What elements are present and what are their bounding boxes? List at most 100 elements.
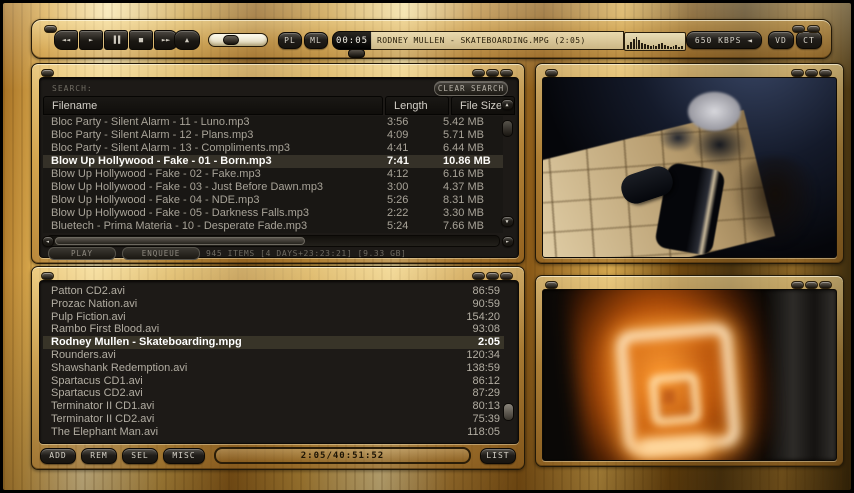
playlist-row[interactable]: Spartacus CD1.avi 86:12 [43, 375, 504, 388]
minimize-button[interactable] [805, 281, 818, 289]
eject-button[interactable]: ▲ [174, 30, 200, 50]
playlist-row-list: Patton CD2.avi 86:59 Prozac Nation.avi 9… [43, 285, 504, 439]
clear-search-button[interactable]: CLEAR SEARCH [434, 81, 508, 96]
playlist-row[interactable]: Prozac Nation.avi 90:59 [43, 298, 504, 311]
stop-button[interactable]: ■ [129, 30, 153, 50]
visualization-toggle-button[interactable]: CT [796, 31, 822, 49]
minimize-button[interactable] [805, 69, 818, 77]
library-panel: SEARCH: CLEAR SEARCH Filename Length Fil… [39, 77, 519, 260]
shade-button[interactable] [791, 281, 804, 289]
row-filename: Blow Up Hollywood - Fake - 04 - NDE.mp3 [51, 194, 260, 206]
library-row[interactable]: Bloc Party - Silent Alarm - 13 - Complim… [43, 142, 503, 155]
gold-wallpaper: ◄◄ ► ▐▐ ■ ►► ▲ PL ML 00:05 RODNEY MULLEN… [3, 3, 851, 490]
row-time: 86:12 [472, 374, 500, 387]
media-library-toggle-button[interactable]: ML [304, 32, 328, 49]
shade-button[interactable] [472, 272, 485, 280]
library-row[interactable]: Bloc Party - Silent Alarm - 11 - Luno.mp… [43, 116, 503, 129]
row-filesize: 4.37 MB [443, 181, 484, 193]
scroll-left-button[interactable]: ◄ [42, 236, 54, 247]
row-length: 4:09 [387, 129, 409, 141]
video-window-toggle-button[interactable]: VD [768, 31, 794, 49]
row-length: 5:26 [387, 194, 409, 206]
library-row[interactable]: Blow Up Hollywood - Fake - 02 - Fake.mp3… [43, 168, 503, 181]
video-display[interactable] [542, 77, 837, 258]
elapsed-time-display[interactable]: 00:05 [332, 31, 372, 50]
pause-button[interactable]: ▐▐ [104, 30, 128, 50]
close-button[interactable] [819, 281, 832, 289]
playlist-row[interactable]: Patton CD2.avi 86:59 [43, 285, 504, 298]
volume-slider[interactable] [208, 33, 268, 47]
playlist-row[interactable]: Terminator II CD2.avi 75:39 [43, 413, 504, 426]
minimize-button[interactable] [486, 272, 499, 280]
analyzer-bar [669, 47, 672, 49]
minimize-button[interactable] [486, 69, 499, 77]
window-menu-button[interactable] [41, 69, 54, 77]
horizontal-scrollbar-thumb[interactable] [55, 237, 305, 245]
column-header-filename[interactable]: Filename [43, 96, 383, 115]
play-selected-button[interactable]: PLAY [48, 246, 116, 260]
close-button[interactable] [500, 272, 513, 280]
library-row[interactable]: Blow Up Hollywood - Fake - 04 - NDE.mp3 … [43, 194, 503, 207]
enqueue-button[interactable]: ENQUEUE [122, 246, 200, 260]
add-button[interactable]: ADD [40, 447, 76, 464]
skater-shadow [732, 157, 818, 249]
playlist-row[interactable]: Spartacus CD2.avi 87:29 [43, 387, 504, 400]
close-button[interactable] [500, 69, 513, 77]
playlist-row[interactable]: Pulp Fiction.avi 154:20 [43, 311, 504, 324]
playlist-row[interactable]: Rounders.avi 120:34 [43, 349, 504, 362]
library-row[interactable]: Bloc Party - Silent Alarm - 12 - Plans.m… [43, 129, 503, 142]
analyzer-bar [675, 45, 678, 49]
row-name: Rounders.avi [51, 348, 116, 361]
scroll-down-button[interactable]: ▼ [501, 216, 514, 227]
library-row[interactable]: Blow Up Hollywood - Fake - 03 - Just Bef… [43, 181, 503, 194]
playlist-row[interactable]: Rodney Mullen - Skateboarding.mpg 2:05 [43, 336, 504, 349]
vertical-scrollbar-thumb[interactable] [502, 120, 513, 137]
seek-slider-knob[interactable] [348, 49, 365, 58]
previous-icon: ◄◄ [61, 36, 71, 44]
playlist-scrollbar-thumb[interactable] [503, 403, 514, 421]
analyzer-bar [641, 43, 644, 49]
previous-button[interactable]: ◄◄ [54, 30, 78, 50]
shade-button[interactable] [472, 69, 485, 77]
close-button[interactable] [819, 69, 832, 77]
row-name: Rodney Mullen - Skateboarding.mpg [51, 336, 242, 349]
row-time: 120:34 [466, 348, 500, 361]
play-button[interactable]: ► [79, 30, 103, 50]
transport-controls: ◄◄ ► ▐▐ ■ ►► [54, 30, 179, 50]
row-filename: Bloc Party - Silent Alarm - 12 - Plans.m… [51, 129, 254, 141]
row-filesize: 6.16 MB [443, 168, 484, 180]
row-filesize: 3.30 MB [443, 207, 484, 219]
row-filename: Blow Up Hollywood - Fake - 03 - Just Bef… [51, 181, 324, 193]
minimize-button[interactable] [792, 25, 805, 33]
horizontal-scrollbar[interactable] [46, 235, 500, 247]
playlist-row[interactable]: Terminator II CD1.avi 80:13 [43, 400, 504, 413]
scroll-right-button[interactable]: ► [502, 236, 514, 247]
select-button[interactable]: SEL [122, 447, 158, 464]
eject-icon: ▲ [184, 36, 190, 44]
volume-knob[interactable] [223, 35, 239, 45]
bitrate-display[interactable]: 650 KBPS ◄ [686, 31, 762, 49]
row-name: Spartacus CD2.avi [51, 387, 143, 400]
shade-button[interactable] [791, 69, 804, 77]
library-row[interactable]: Blow Up Hollywood - Fake - 05 - Darkness… [43, 207, 503, 220]
remove-button[interactable]: REM [81, 447, 117, 464]
playlist-toggle-button[interactable]: PL [278, 32, 302, 49]
play-icon: ► [88, 36, 94, 44]
close-button[interactable] [807, 25, 820, 33]
row-time: 75:39 [472, 412, 500, 425]
row-time: 80:13 [472, 400, 500, 413]
playlist-row[interactable]: Shawshank Redemption.avi 138:59 [43, 362, 504, 375]
library-row[interactable]: Bluetech - Prima Materia - 10 - Desperat… [43, 220, 503, 233]
scroll-up-button[interactable]: ▲ [501, 99, 514, 110]
list-button[interactable]: LIST [480, 447, 516, 464]
column-header-length[interactable]: Length [385, 96, 449, 115]
window-menu-button[interactable] [545, 281, 558, 289]
misc-button[interactable]: MISC [163, 447, 205, 464]
playlist-row[interactable]: Rambo First Blood.avi 93:08 [43, 323, 504, 336]
playlist-row[interactable]: The Elephant Man.avi 118:05 [43, 426, 504, 439]
visualization-display[interactable] [542, 289, 837, 461]
library-row-list: Bloc Party - Silent Alarm - 11 - Luno.mp… [43, 116, 503, 233]
window-menu-button[interactable] [545, 69, 558, 77]
window-menu-button[interactable] [41, 272, 54, 280]
library-row[interactable]: Blow Up Hollywood - Fake - 01 - Born.mp3… [43, 155, 503, 168]
